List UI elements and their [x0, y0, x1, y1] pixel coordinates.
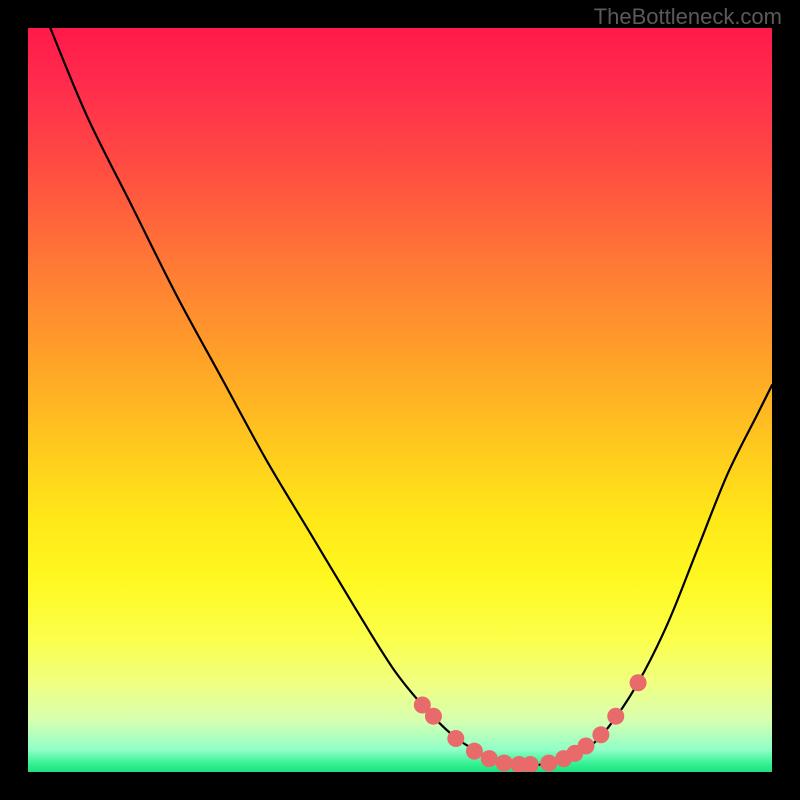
marker-dot — [540, 755, 557, 772]
highlight-markers — [414, 674, 647, 772]
watermark-text: TheBottleneck.com — [594, 4, 782, 30]
marker-dot — [592, 726, 609, 743]
marker-dot — [447, 730, 464, 747]
marker-dot — [466, 743, 483, 760]
chart-svg — [28, 28, 772, 772]
bottleneck-curve — [50, 28, 772, 765]
marker-dot — [630, 674, 647, 691]
marker-dot — [425, 708, 442, 725]
chart-plot-area — [28, 28, 772, 772]
marker-dot — [578, 737, 595, 754]
marker-dot — [496, 755, 513, 772]
marker-dot — [481, 750, 498, 767]
marker-dot — [607, 708, 624, 725]
